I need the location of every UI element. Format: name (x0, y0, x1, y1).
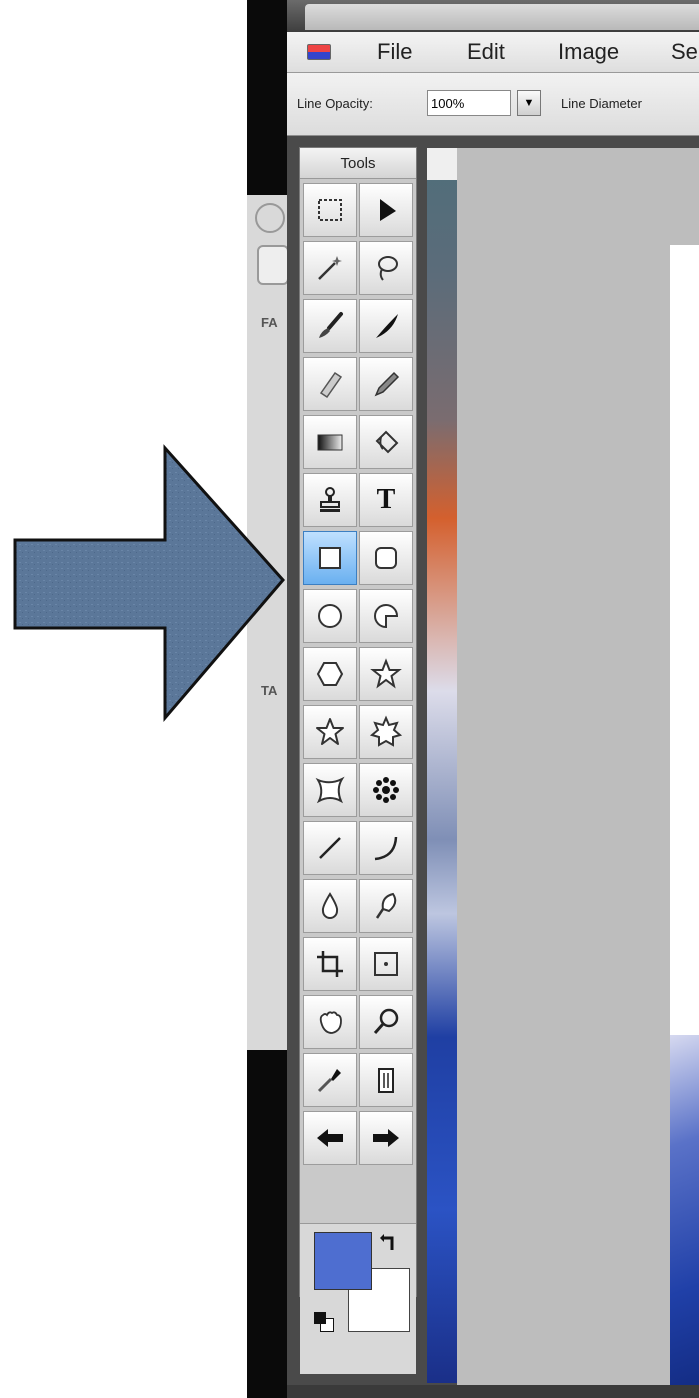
title-bar (287, 0, 699, 32)
stamp-icon (320, 487, 340, 512)
flower-icon (373, 777, 399, 803)
swap-colors-icon[interactable] (380, 1232, 402, 1254)
options-bar: Line Opacity: 100% ▼ Line Diameter (287, 73, 699, 136)
pencil-icon (374, 371, 400, 397)
triangle-down-icon: ▼ (523, 97, 535, 109)
ellipse-tool[interactable] (303, 589, 357, 643)
magic-wand-icon (318, 256, 342, 280)
gradient-icon (317, 434, 343, 451)
image-thumbnail-strip (427, 148, 457, 1383)
line-opacity-field[interactable]: 100% (427, 90, 511, 116)
gradient-tool[interactable] (303, 415, 357, 469)
hand-tool[interactable] (303, 995, 357, 1049)
burn-icon (375, 892, 397, 919)
star-outline-tool[interactable] (303, 705, 357, 759)
forward-arrow-tool[interactable] (359, 1111, 413, 1165)
hexagon-icon (316, 662, 344, 686)
menu-edit[interactable]: Edit (467, 39, 505, 65)
canvas-image-content (670, 1035, 699, 1398)
curve-tool[interactable] (359, 821, 413, 875)
marquee-icon (318, 199, 342, 221)
stamp-tool[interactable] (303, 473, 357, 527)
gear-star-tool[interactable] (359, 705, 413, 759)
star-icon (370, 658, 402, 689)
arrow-right-icon (373, 1129, 399, 1147)
ellipse-icon (318, 604, 342, 628)
background-radio-icon (255, 203, 285, 233)
pointer-arrow-annotation (13, 444, 285, 723)
flower-tool[interactable] (359, 763, 413, 817)
background-button (257, 245, 289, 285)
background-label-fa: FA (261, 315, 278, 330)
menu-file[interactable]: File (377, 39, 412, 65)
pointer-tool[interactable] (359, 183, 413, 237)
bottom-edge (287, 1385, 699, 1398)
menu-image[interactable]: Image (558, 39, 619, 65)
menu-bar: File Edit Image Se (287, 32, 699, 73)
hand-icon (319, 1011, 342, 1034)
foreground-color-swatch[interactable] (314, 1232, 372, 1290)
lasso-icon (378, 256, 398, 281)
menu-select[interactable]: Se (671, 39, 698, 65)
smudge-icon (376, 314, 398, 338)
pointer-icon (380, 199, 396, 221)
magic-wand-tool[interactable] (303, 241, 357, 295)
eraser-icon (319, 371, 343, 399)
rectangle-icon (319, 547, 341, 569)
curve-icon (374, 836, 398, 861)
eraser-tool[interactable] (303, 357, 357, 411)
text-tool[interactable]: T (359, 473, 413, 527)
rounded-rectangle-icon (375, 547, 397, 569)
custom-shape-tool[interactable] (303, 763, 357, 817)
polygon-tool[interactable] (303, 647, 357, 701)
gear-star-icon (369, 715, 403, 747)
magnifier-icon (373, 1008, 399, 1034)
transform-tool[interactable] (359, 937, 413, 991)
star-tool[interactable] (359, 647, 413, 701)
strip-header (427, 148, 457, 180)
pie-icon (374, 604, 399, 629)
trash-icon (378, 1068, 394, 1093)
smudge-tool[interactable] (359, 299, 413, 353)
color-swatches (300, 1223, 416, 1374)
marquee-tool[interactable] (303, 183, 357, 237)
crop-icon (317, 951, 343, 977)
crop-tool[interactable] (303, 937, 357, 991)
arrow-left-icon (317, 1129, 343, 1147)
eyedropper-icon (317, 1069, 341, 1093)
canvas-workspace[interactable] (457, 148, 699, 1398)
zoom-tool[interactable] (359, 995, 413, 1049)
line-icon (319, 837, 341, 859)
tools-panel-title: Tools (300, 148, 416, 179)
burn-tool[interactable] (359, 879, 413, 933)
brush-icon (319, 312, 343, 338)
trash-tool[interactable] (359, 1053, 413, 1107)
default-colors-icon[interactable] (314, 1312, 336, 1334)
lasso-tool[interactable] (359, 241, 413, 295)
brush-tool[interactable] (303, 299, 357, 353)
app-flag-icon[interactable] (307, 44, 331, 60)
tools-panel: Tools T (299, 147, 417, 1374)
pie-tool[interactable] (359, 589, 413, 643)
drop-tool[interactable] (303, 879, 357, 933)
line-opacity-label: Line Opacity: (297, 96, 373, 111)
paint-bucket-icon (375, 430, 399, 454)
star-outline-icon (316, 718, 344, 745)
rectangle-tool[interactable] (303, 531, 357, 585)
eyedropper-tool[interactable] (303, 1053, 357, 1107)
pencil-tool[interactable] (359, 357, 413, 411)
line-tool[interactable] (303, 821, 357, 875)
fill-tool[interactable] (359, 415, 413, 469)
paint-app-window: File Edit Image Se Line Opacity: 100% ▼ … (287, 0, 699, 1398)
water-drop-icon (321, 892, 339, 919)
line-opacity-dropdown-button[interactable]: ▼ (517, 90, 541, 116)
transform-icon (374, 952, 398, 976)
back-arrow-tool[interactable] (303, 1111, 357, 1165)
custom-shape-icon (315, 776, 345, 804)
text-icon: T (376, 484, 396, 515)
rounded-rectangle-tool[interactable] (359, 531, 413, 585)
line-diameter-label: Line Diameter (561, 96, 642, 111)
